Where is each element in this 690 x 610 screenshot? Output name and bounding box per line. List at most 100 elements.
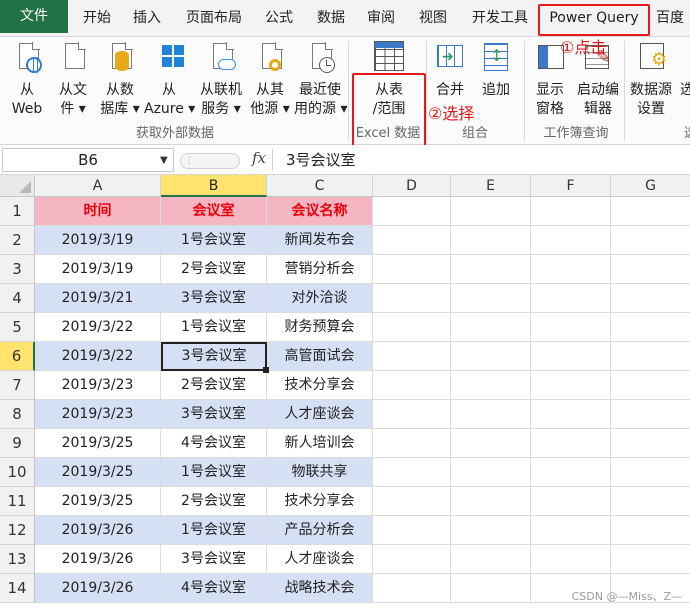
table-cell[interactable]: 1号会议室	[161, 458, 267, 487]
empty-cell[interactable]	[451, 197, 531, 226]
row-header-5[interactable]: 5	[0, 313, 35, 342]
empty-cell[interactable]	[451, 487, 531, 516]
table-cell[interactable]: 对外洽谈	[267, 284, 373, 313]
from-online-services-button[interactable]: 从联机 服务 ▾	[196, 41, 246, 119]
row-header-2[interactable]: 2	[0, 226, 35, 255]
table-cell[interactable]: 2号会议室	[161, 487, 267, 516]
table-header-cell[interactable]: 时间	[35, 197, 161, 226]
empty-cell[interactable]	[451, 516, 531, 545]
table-cell[interactable]: 2019/3/25	[35, 429, 161, 458]
empty-cell[interactable]	[611, 313, 690, 342]
table-cell[interactable]: 2019/3/22	[35, 342, 161, 371]
row-header-14[interactable]: 14	[0, 574, 35, 603]
from-azure-button[interactable]: 从 Azure ▾	[144, 41, 195, 119]
table-cell[interactable]: 产品分析会	[267, 516, 373, 545]
table-cell[interactable]: 2019/3/23	[35, 371, 161, 400]
empty-cell[interactable]	[373, 371, 451, 400]
tab-file[interactable]: 文件	[0, 0, 68, 33]
empty-cell[interactable]	[451, 400, 531, 429]
empty-cell[interactable]	[531, 400, 611, 429]
function-icon[interactable]: fx	[252, 149, 266, 167]
table-cell[interactable]: 人才座谈会	[267, 400, 373, 429]
table-cell[interactable]: 3号会议室	[161, 545, 267, 574]
row-header-10[interactable]: 10	[0, 458, 35, 487]
empty-cell[interactable]	[611, 284, 690, 313]
table-cell[interactable]: 4号会议室	[161, 429, 267, 458]
row-header-11[interactable]: 11	[0, 487, 35, 516]
formula-bar-resize-handle[interactable]: ⋮	[180, 153, 240, 169]
table-cell[interactable]: 2019/3/26	[35, 574, 161, 603]
empty-cell[interactable]	[611, 371, 690, 400]
empty-cell[interactable]	[373, 574, 451, 603]
empty-cell[interactable]	[611, 342, 690, 371]
empty-cell[interactable]	[531, 371, 611, 400]
empty-cell[interactable]	[611, 545, 690, 574]
row-header-6[interactable]: 6	[0, 342, 35, 371]
active-cell[interactable]: 3号会议室	[161, 342, 267, 371]
options-button[interactable]: 选	[680, 41, 690, 119]
empty-cell[interactable]	[531, 313, 611, 342]
table-cell[interactable]: 营销分析会	[267, 255, 373, 284]
table-cell[interactable]: 技术分享会	[267, 371, 373, 400]
table-cell[interactable]: 1号会议室	[161, 313, 267, 342]
table-cell[interactable]: 3号会议室	[161, 400, 267, 429]
table-cell[interactable]: 新闻发布会	[267, 226, 373, 255]
name-box[interactable]: B6	[2, 148, 174, 172]
empty-cell[interactable]	[611, 487, 690, 516]
empty-cell[interactable]	[373, 516, 451, 545]
empty-cell[interactable]	[373, 400, 451, 429]
empty-cell[interactable]	[451, 371, 531, 400]
table-cell[interactable]: 财务预算会	[267, 313, 373, 342]
empty-cell[interactable]	[451, 574, 531, 603]
empty-cell[interactable]	[611, 516, 690, 545]
empty-cell[interactable]	[531, 255, 611, 284]
column-header-f[interactable]: F	[531, 175, 611, 197]
table-cell[interactable]: 高管面试会	[267, 342, 373, 371]
empty-cell[interactable]	[531, 545, 611, 574]
empty-cell[interactable]	[451, 226, 531, 255]
from-web-button[interactable]: 从 Web	[6, 41, 48, 119]
empty-cell[interactable]	[611, 255, 690, 284]
table-cell[interactable]: 4号会议室	[161, 574, 267, 603]
row-header-1[interactable]: 1	[0, 197, 35, 226]
tab-view[interactable]: 视图	[412, 0, 454, 36]
column-header-e[interactable]: E	[451, 175, 531, 197]
row-header-13[interactable]: 13	[0, 545, 35, 574]
empty-cell[interactable]	[451, 284, 531, 313]
chevron-down-icon[interactable]: ▼	[160, 155, 168, 166]
table-cell[interactable]: 3号会议室	[161, 284, 267, 313]
empty-cell[interactable]	[531, 284, 611, 313]
tab-data[interactable]: 数据	[310, 0, 352, 36]
append-button[interactable]: 追加	[476, 41, 516, 119]
tab-page-layout[interactable]: 页面布局	[178, 0, 250, 36]
empty-cell[interactable]	[373, 429, 451, 458]
column-header-a[interactable]: A	[35, 175, 161, 197]
empty-cell[interactable]	[373, 545, 451, 574]
empty-cell[interactable]	[373, 313, 451, 342]
empty-cell[interactable]	[611, 400, 690, 429]
column-header-b[interactable]: B	[161, 175, 267, 197]
from-other-sources-button[interactable]: 从其 他源 ▾	[248, 41, 292, 119]
empty-cell[interactable]	[451, 545, 531, 574]
row-header-7[interactable]: 7	[0, 371, 35, 400]
empty-cell[interactable]	[373, 487, 451, 516]
table-header-cell[interactable]: 会议室	[161, 197, 267, 226]
tab-developer[interactable]: 开发工具	[464, 0, 536, 36]
empty-cell[interactable]	[531, 226, 611, 255]
empty-cell[interactable]	[451, 255, 531, 284]
empty-cell[interactable]	[611, 197, 690, 226]
empty-cell[interactable]	[451, 429, 531, 458]
row-header-8[interactable]: 8	[0, 400, 35, 429]
empty-cell[interactable]	[531, 342, 611, 371]
table-cell[interactable]: 2019/3/19	[35, 226, 161, 255]
empty-cell[interactable]	[531, 197, 611, 226]
table-cell[interactable]: 2019/3/25	[35, 487, 161, 516]
table-cell[interactable]: 1号会议室	[161, 516, 267, 545]
row-header-4[interactable]: 4	[0, 284, 35, 313]
table-cell[interactable]: 2019/3/26	[35, 516, 161, 545]
column-header-c[interactable]: C	[267, 175, 373, 197]
empty-cell[interactable]	[611, 429, 690, 458]
table-cell[interactable]: 2019/3/25	[35, 458, 161, 487]
tab-review[interactable]: 审阅	[360, 0, 402, 36]
table-cell[interactable]: 2019/3/22	[35, 313, 161, 342]
